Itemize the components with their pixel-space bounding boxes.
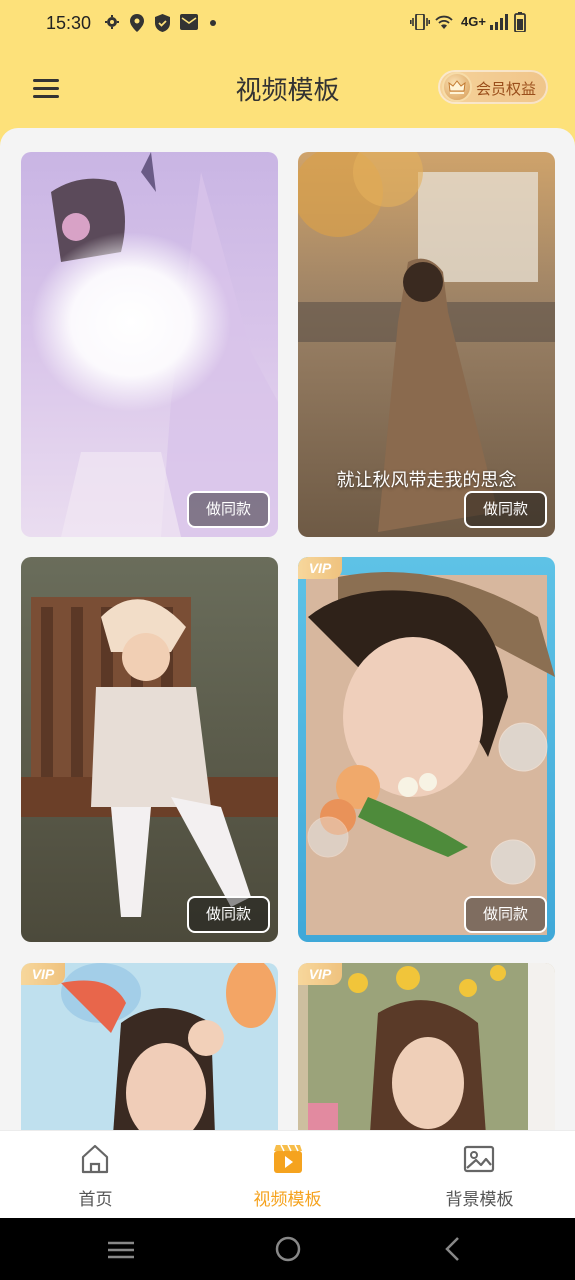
- wifi-icon: [435, 15, 453, 29]
- vip-badge: VIP: [21, 963, 65, 985]
- status-time: 15:30: [46, 13, 92, 33]
- app-header: 视频模板 会员权益: [0, 48, 575, 132]
- nav-label-background-templates: 背景模板: [445, 1190, 514, 1210]
- template-card[interactable]: 做同款: [21, 557, 278, 942]
- back-icon[interactable]: [444, 1236, 460, 1262]
- vip-badge: VIP: [298, 557, 342, 579]
- crown-icon: [442, 72, 472, 102]
- signal-icon: [490, 14, 508, 30]
- vip-badge: VIP: [298, 963, 342, 985]
- template-grid: 做同款 就让秋风带走我的思念 做同款 做同款 VIP 做同款 VIP VIP: [0, 128, 575, 1130]
- system-nav-bar: [0, 1218, 575, 1280]
- template-card[interactable]: VIP 做同款: [298, 557, 555, 942]
- vip-benefits-label: 会员权益: [476, 80, 537, 98]
- template-thumbnail: [21, 963, 278, 1130]
- battery-icon: [514, 12, 526, 32]
- template-card[interactable]: 做同款: [21, 152, 278, 537]
- home-icon: [81, 1144, 109, 1174]
- template-card[interactable]: VIP: [298, 963, 555, 1130]
- home-circle-icon[interactable]: [275, 1236, 301, 1262]
- template-thumbnail: [21, 557, 278, 942]
- bottom-nav: 首页 视频模板 背景模板: [0, 1130, 575, 1218]
- make-same-button[interactable]: 做同款: [464, 491, 547, 528]
- mail-icon: [180, 14, 198, 30]
- make-same-button[interactable]: 做同款: [464, 896, 547, 933]
- make-same-button[interactable]: 做同款: [187, 896, 270, 933]
- shield-icon: [155, 14, 170, 32]
- template-card[interactable]: 就让秋风带走我的思念 做同款: [298, 152, 555, 537]
- template-caption: 就让秋风带走我的思念: [336, 470, 517, 491]
- nav-label-video-templates: 视频模板: [253, 1190, 322, 1210]
- image-icon: [463, 1145, 495, 1173]
- template-thumbnail: [21, 152, 278, 537]
- nav-item-background-templates[interactable]: 背景模板: [384, 1131, 575, 1219]
- recents-icon[interactable]: [108, 1240, 134, 1260]
- vibrate-icon: [410, 14, 430, 30]
- template-card[interactable]: VIP: [21, 963, 278, 1130]
- location-icon: [130, 14, 144, 32]
- nav-item-video-templates[interactable]: 视频模板: [192, 1131, 383, 1219]
- gear-icon: [105, 15, 119, 29]
- status-bar: 15:30 4G+: [0, 0, 575, 48]
- dot-icon: [210, 20, 216, 26]
- vip-benefits-button[interactable]: 会员权益: [438, 70, 548, 104]
- nav-label-home: 首页: [78, 1190, 113, 1210]
- make-same-button[interactable]: 做同款: [187, 491, 270, 528]
- template-thumbnail: [298, 963, 555, 1130]
- video-icon: [274, 1144, 302, 1173]
- network-type: 4G+: [461, 14, 486, 29]
- nav-item-home[interactable]: 首页: [0, 1131, 191, 1219]
- template-thumbnail: [298, 557, 555, 942]
